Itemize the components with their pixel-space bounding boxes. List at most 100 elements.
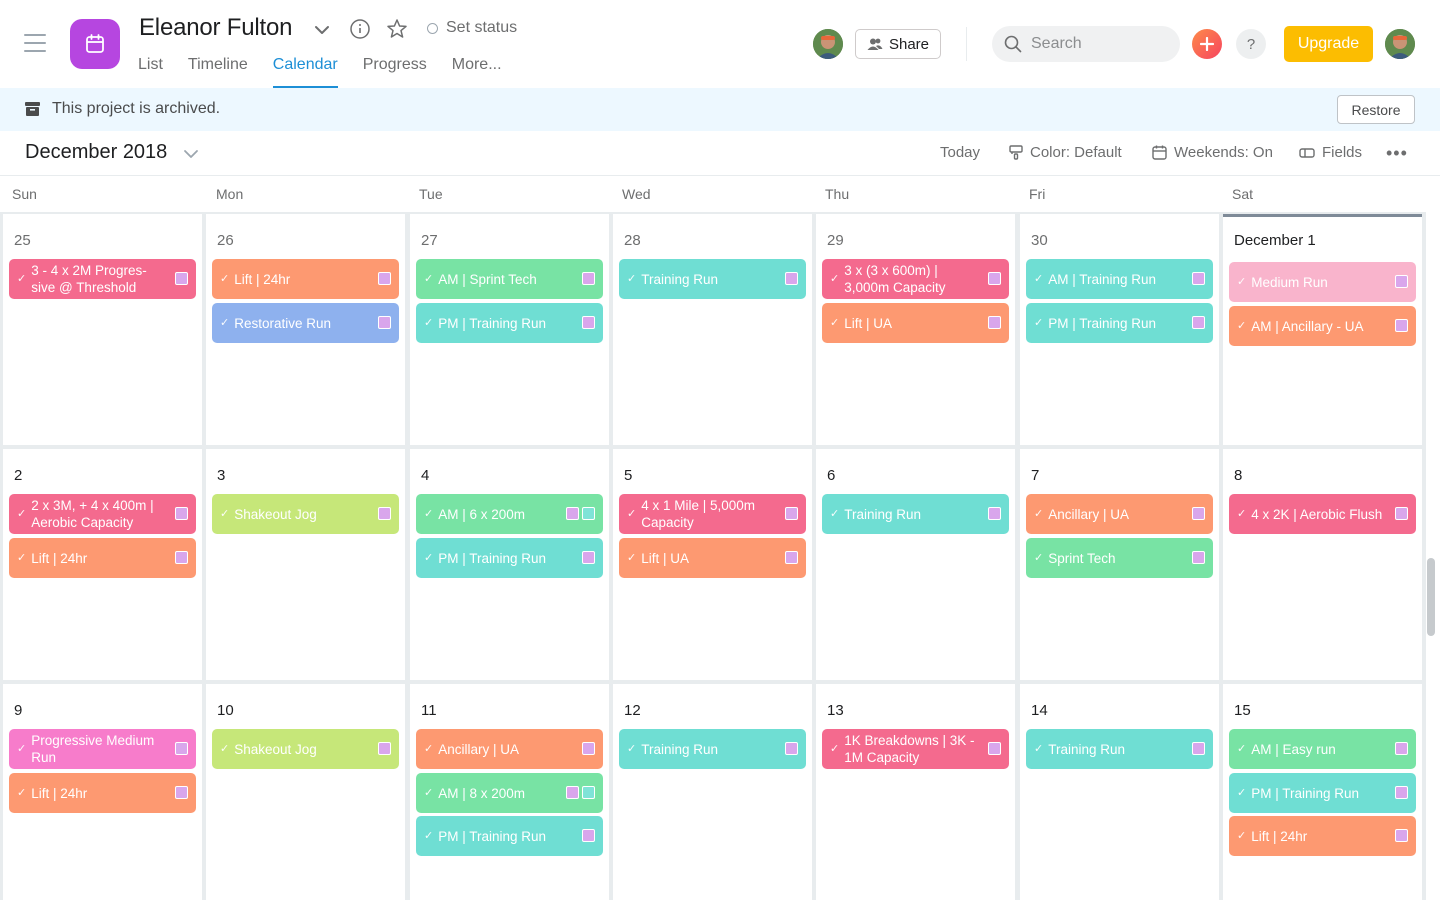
tab-timeline[interactable]: Timeline [188, 54, 248, 88]
task-card[interactable]: ✓ Progressive Medium Run [9, 729, 196, 769]
task-card[interactable]: ✓ PM | Training Run [1026, 303, 1213, 343]
info-icon[interactable] [349, 18, 371, 40]
checkmark-icon[interactable]: ✓ [17, 550, 26, 567]
checkmark-icon[interactable]: ✓ [1034, 271, 1043, 288]
task-card[interactable]: ✓ PM | Training Run [416, 538, 603, 578]
task-card[interactable]: ✓ PM | Training Run [416, 816, 603, 856]
checkmark-icon[interactable]: ✓ [220, 741, 229, 758]
checkmark-icon[interactable]: ✓ [17, 271, 26, 288]
checkmark-icon[interactable]: ✓ [1237, 828, 1246, 845]
chevron-down-icon[interactable] [313, 22, 331, 38]
task-card[interactable]: ✓ Medium Run [1229, 262, 1416, 302]
today-button[interactable]: Today [940, 144, 980, 161]
calendar-day-cell[interactable]: 13 ✓ 1K Breakdowns | 3K - 1M Capacity [816, 684, 1015, 900]
calendar-day-cell[interactable]: 28 ✓ Training Run [613, 214, 812, 445]
color-button[interactable]: Color: Default [1009, 144, 1122, 161]
tab-progress[interactable]: Progress [363, 54, 427, 88]
checkmark-icon[interactable]: ✓ [220, 315, 229, 332]
checkmark-icon[interactable]: ✓ [424, 506, 433, 523]
task-card[interactable]: ✓ AM | 6 x 200m [416, 494, 603, 534]
star-icon[interactable] [386, 18, 408, 40]
calendar-day-cell[interactable]: 14 ✓ Training Run [1020, 684, 1219, 900]
calendar-day-cell[interactable]: 3 ✓ Shakeout Jog [206, 449, 405, 680]
calendar-day-cell[interactable]: December 1 ✓ Medium Run ✓ AM | Ancillary - U… [1223, 214, 1422, 445]
chevron-down-icon[interactable] [183, 147, 199, 159]
checkmark-icon[interactable]: ✓ [627, 506, 636, 523]
checkmark-icon[interactable]: ✓ [1237, 785, 1246, 802]
restore-button[interactable]: Restore [1337, 95, 1415, 124]
checkmark-icon[interactable]: ✓ [424, 315, 433, 332]
task-card[interactable]: ✓ Training Run [1026, 729, 1213, 769]
calendar-day-cell[interactable]: 15 ✓ AM | Easy run ✓ PM | Training Run ✓ Lift … [1223, 684, 1422, 900]
checkmark-icon[interactable]: ✓ [1237, 741, 1246, 758]
task-card[interactable]: ✓ Training Run [822, 494, 1009, 534]
task-card[interactable]: ✓ AM | 8 x 200m [416, 773, 603, 813]
calendar-day-cell[interactable]: 12 ✓ Training Run [613, 684, 812, 900]
task-card[interactable]: ✓ Restorative Run [212, 303, 399, 343]
search-box[interactable] [992, 26, 1180, 62]
scrollbar[interactable] [1427, 558, 1435, 636]
task-card[interactable]: ✓ Training Run [619, 729, 806, 769]
weekends-button[interactable]: Weekends: On [1152, 144, 1273, 161]
checkmark-icon[interactable]: ✓ [1237, 318, 1246, 335]
tab-more[interactable]: More... [452, 54, 502, 88]
task-card[interactable]: ✓ Training Run [619, 259, 806, 299]
calendar-day-cell[interactable]: 4 ✓ AM | 6 x 200m ✓ PM | Training Run [410, 449, 609, 680]
checkmark-icon[interactable]: ✓ [17, 741, 26, 758]
checkmark-icon[interactable]: ✓ [424, 741, 433, 758]
task-card[interactable]: ✓ 2 x 3M, + 4 x 400m | Aerobic Capacity [9, 494, 196, 534]
checkmark-icon[interactable]: ✓ [830, 741, 839, 758]
task-card[interactable]: ✓ PM | Training Run [1229, 773, 1416, 813]
fields-button[interactable]: Fields [1299, 144, 1362, 161]
checkmark-icon[interactable]: ✓ [830, 271, 839, 288]
checkmark-icon[interactable]: ✓ [1034, 741, 1043, 758]
project-title[interactable]: Eleanor Fulton [139, 14, 292, 42]
checkmark-icon[interactable]: ✓ [17, 506, 26, 523]
calendar-day-cell[interactable]: 2 ✓ 2 x 3M, + 4 x 400m | Aerobic Capacity ✓… [3, 449, 202, 680]
calendar-day-cell[interactable]: 10 ✓ Shakeout Jog [206, 684, 405, 900]
task-card[interactable]: ✓ 3 x (3 x 600m) | 3,000m Capacity [822, 259, 1009, 299]
task-card[interactable]: ✓ Sprint Tech [1026, 538, 1213, 578]
calendar-day-cell[interactable]: 5 ✓ 4 x 1 Mile | 5,000m Capacity ✓ Lift | UA [613, 449, 812, 680]
checkmark-icon[interactable]: ✓ [830, 506, 839, 523]
calendar-day-cell[interactable]: 25 ✓ 3 - 4 x 2M Progres-sive @ Threshold [3, 214, 202, 445]
month-title[interactable]: December 2018 [25, 141, 167, 164]
task-card[interactable]: ✓ Ancillary | UA [1026, 494, 1213, 534]
checkmark-icon[interactable]: ✓ [830, 315, 839, 332]
task-card[interactable]: ✓ Shakeout Jog [212, 494, 399, 534]
task-card[interactable]: ✓ AM | Easy run [1229, 729, 1416, 769]
hamburger-menu-icon[interactable] [24, 34, 46, 52]
calendar-day-cell[interactable]: 30 ✓ AM | Training Run ✓ PM | Training Run [1020, 214, 1219, 445]
calendar-day-cell[interactable]: 7 ✓ Ancillary | UA ✓ Sprint Tech [1020, 449, 1219, 680]
checkmark-icon[interactable]: ✓ [627, 271, 636, 288]
task-card[interactable]: ✓ AM | Training Run [1026, 259, 1213, 299]
task-card[interactable]: ✓ Lift | UA [619, 538, 806, 578]
task-card[interactable]: ✓ Lift | 24hr [212, 259, 399, 299]
member-avatar[interactable] [813, 29, 843, 59]
checkmark-icon[interactable]: ✓ [220, 506, 229, 523]
checkmark-icon[interactable]: ✓ [1237, 506, 1246, 523]
task-card[interactable]: ✓ Lift | 24hr [9, 538, 196, 578]
share-button[interactable]: Share [855, 29, 941, 59]
task-card[interactable]: ✓ Lift | 24hr [9, 773, 196, 813]
task-card[interactable]: ✓ 1K Breakdowns | 3K - 1M Capacity [822, 729, 1009, 769]
calendar-day-cell[interactable]: 11 ✓ Ancillary | UA ✓ AM | 8 x 200m ✓ PM | Tra… [410, 684, 609, 900]
task-card[interactable]: ✓ AM | Ancillary - UA [1229, 306, 1416, 346]
task-card[interactable]: ✓ AM | Sprint Tech [416, 259, 603, 299]
user-avatar[interactable] [1385, 29, 1415, 59]
task-card[interactable]: ✓ Shakeout Jog [212, 729, 399, 769]
checkmark-icon[interactable]: ✓ [424, 828, 433, 845]
checkmark-icon[interactable]: ✓ [424, 271, 433, 288]
tab-calendar[interactable]: Calendar [272, 54, 338, 88]
checkmark-icon[interactable]: ✓ [17, 785, 26, 802]
checkmark-icon[interactable]: ✓ [1034, 550, 1043, 567]
calendar-day-cell[interactable]: 29 ✓ 3 x (3 x 600m) | 3,000m Capacity ✓ Lift… [816, 214, 1015, 445]
task-card[interactable]: ✓ 4 x 2K | Aerobic Flush [1229, 494, 1416, 534]
calendar-day-cell[interactable]: 26 ✓ Lift | 24hr ✓ Restorative Run [206, 214, 405, 445]
task-card[interactable]: ✓ Ancillary | UA [416, 729, 603, 769]
quick-add-button[interactable] [1192, 29, 1222, 59]
checkmark-icon[interactable]: ✓ [1034, 506, 1043, 523]
search-input[interactable] [1031, 35, 1161, 53]
calendar-day-cell[interactable]: 8 ✓ 4 x 2K | Aerobic Flush [1223, 449, 1422, 680]
task-card[interactable]: ✓ 4 x 1 Mile | 5,000m Capacity [619, 494, 806, 534]
